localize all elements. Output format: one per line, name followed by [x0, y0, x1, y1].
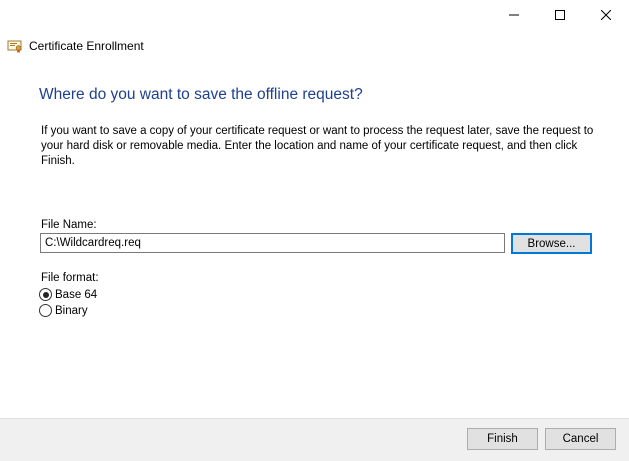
file-name-input[interactable]: [40, 233, 505, 253]
maximize-button[interactable]: [537, 0, 583, 30]
radio-base64[interactable]: Base 64: [39, 288, 97, 301]
file-format-label: File format:: [41, 272, 99, 284]
wizard-header: Certificate Enrollment: [7, 37, 144, 55]
window-controls: [491, 0, 629, 30]
page-heading: Where do you want to save the offline re…: [39, 86, 363, 103]
radio-binary[interactable]: Binary: [39, 304, 88, 317]
radio-base64-label: Base 64: [55, 288, 98, 301]
certificate-icon: [7, 38, 23, 54]
certificate-enrollment-window: Certificate Enrollment Where do you want…: [0, 0, 629, 461]
minimize-button[interactable]: [491, 0, 537, 30]
finish-button[interactable]: Finish: [467, 428, 538, 450]
cancel-button[interactable]: Cancel: [545, 428, 616, 450]
browse-button[interactable]: Browse...: [511, 233, 592, 254]
file-name-label: File Name:: [41, 219, 97, 231]
close-button[interactable]: [583, 0, 629, 30]
page-description: If you want to save a copy of your certi…: [41, 125, 594, 167]
minimize-icon: [509, 14, 519, 16]
radio-base64-indicator[interactable]: [39, 288, 52, 301]
radio-binary-indicator[interactable]: [39, 304, 52, 317]
radio-binary-label: Binary: [55, 304, 88, 317]
maximize-icon: [555, 10, 565, 20]
close-icon: [601, 10, 611, 20]
window-title: Certificate Enrollment: [29, 39, 144, 53]
